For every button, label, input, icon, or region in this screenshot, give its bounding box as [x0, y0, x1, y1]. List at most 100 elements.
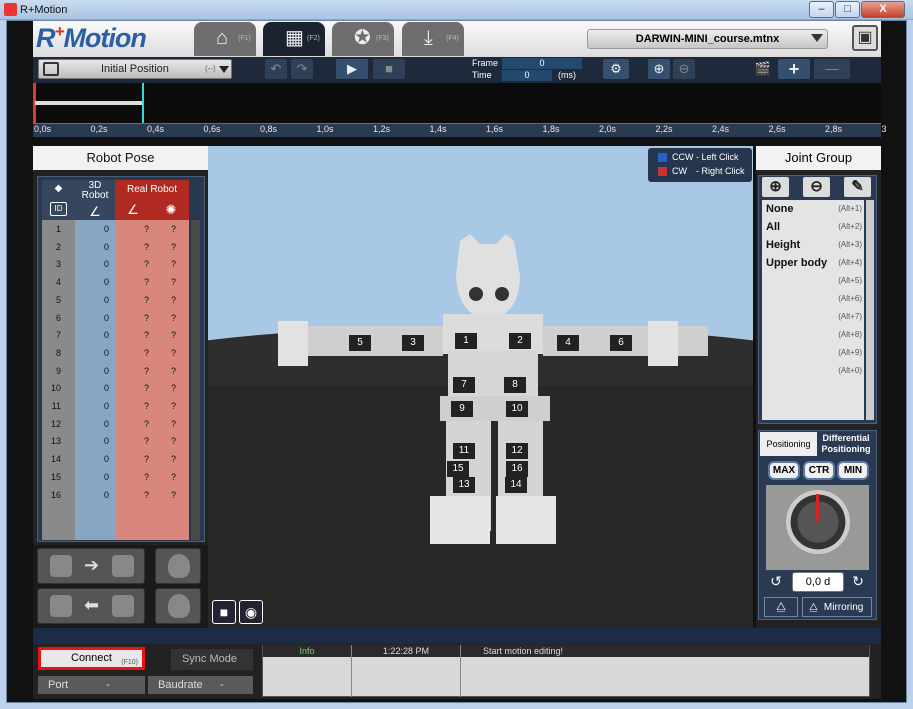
timeline-tick: 2,2s: [655, 124, 673, 134]
bulb-icon: ✺: [165, 202, 177, 217]
maximize-button[interactable]: □: [835, 1, 860, 18]
table-scrollbar[interactable]: [191, 220, 200, 540]
joint-group-item[interactable]: (Alt+9): [762, 344, 864, 362]
row-3d-value: 0: [103, 401, 109, 411]
id-header[interactable]: ◆ ID: [42, 180, 75, 220]
sync-checkbox[interactable]: [153, 649, 171, 670]
row-real-led: ?: [170, 436, 176, 447]
joint-label[interactable]: 5: [349, 335, 371, 351]
rotate-ccw-button[interactable]: ↺: [766, 573, 786, 591]
tab-download[interactable]: ⤓ (F4): [402, 22, 464, 56]
robot-real-icon: [112, 555, 134, 577]
joint-label[interactable]: 15: [447, 461, 469, 477]
joint-label[interactable]: 7: [453, 377, 475, 393]
real-robot-header[interactable]: Real Robot ∠ ✺: [115, 180, 189, 220]
edit-group-button[interactable]: ✎: [844, 177, 871, 197]
sync-mode-button[interactable]: Sync Mode: [153, 649, 253, 670]
min-button[interactable]: MIN: [837, 461, 869, 480]
tab-reel[interactable]: ✪ (F3): [332, 22, 394, 56]
zoom-out-button[interactable]: ⊖: [673, 59, 695, 79]
joint-label[interactable]: 9: [451, 401, 473, 417]
add-group-button[interactable]: ⊕: [762, 177, 789, 197]
timeline-cursor[interactable]: [142, 83, 144, 123]
tab-differential-positioning[interactable]: Differential Positioning: [818, 432, 874, 456]
log-divider: [351, 645, 352, 697]
minimize-button[interactable]: –: [809, 1, 834, 18]
joint-label[interactable]: 12: [506, 443, 528, 459]
row-id: 12: [50, 418, 61, 429]
row-real-led: ?: [170, 294, 176, 305]
3d-viewport[interactable]: 1 2 3 4 5 6 7 8 9 10 11 12 13 14 15 16 ■ ◉: [208, 146, 753, 628]
play-button[interactable]: ▶: [336, 59, 368, 79]
joint-label[interactable]: 11: [453, 443, 475, 459]
remove-frame-button[interactable]: —: [814, 59, 850, 79]
real-to-3d-button[interactable]: ⬅: [37, 588, 145, 624]
clapper-icon: 🎬: [754, 61, 772, 76]
max-button[interactable]: MAX: [768, 461, 800, 480]
camera-button[interactable]: ■: [212, 600, 236, 624]
rotate-cw-button[interactable]: ↻: [848, 573, 868, 591]
rotate-cw-icon: ↻: [852, 573, 864, 589]
3d-robot-header[interactable]: 3D Robot ∠: [75, 180, 115, 220]
add-frame-button[interactable]: +: [778, 59, 810, 79]
undo-button[interactable]: ↶: [265, 59, 287, 79]
pose-select[interactable]: Initial Position (--): [38, 59, 232, 79]
torque-on-button[interactable]: [155, 548, 201, 584]
joint-label[interactable]: 2: [509, 333, 531, 349]
zoom-in-button[interactable]: ⊕: [648, 59, 670, 79]
close-button[interactable]: X: [861, 1, 905, 18]
redo-button[interactable]: ↷: [291, 59, 313, 79]
joint-group-item[interactable]: (Alt+6): [762, 290, 864, 308]
joint-group-item[interactable]: (Alt+5): [762, 272, 864, 290]
joint-label[interactable]: 14: [505, 477, 527, 493]
joint-group-item[interactable]: Upper body (Alt+4): [762, 254, 864, 272]
gear-icon: ⚙: [610, 61, 622, 76]
center-button[interactable]: CTR: [803, 461, 835, 480]
baudrate-select[interactable]: Baudrate -: [148, 676, 253, 694]
joint-group-scrollbar[interactable]: [866, 200, 874, 420]
joint-group-item[interactable]: None (Alt+1): [762, 200, 864, 218]
joint-label[interactable]: 16: [506, 461, 528, 477]
connect-button[interactable]: Connect (F10): [38, 647, 145, 670]
tab-motion[interactable]: ▦ (F2): [263, 22, 325, 56]
row-real-value: ?: [143, 312, 149, 323]
degree-input[interactable]: 0,0 d: [792, 572, 844, 592]
port-select[interactable]: Port -: [38, 676, 145, 694]
settings-button[interactable]: ⚙: [603, 59, 629, 79]
joint-group-item[interactable]: Height (Alt+3): [762, 236, 864, 254]
torque-off-button[interactable]: [155, 588, 201, 624]
row-real-led: ?: [170, 277, 176, 288]
joint-label[interactable]: 3: [402, 335, 424, 351]
timeline-tick: 1,4s: [429, 124, 447, 134]
row-3d-value: 0: [103, 259, 109, 270]
time-value[interactable]: 0: [502, 70, 552, 81]
joint-group-item[interactable]: (Alt+8): [762, 326, 864, 344]
row-real-led: ?: [170, 347, 176, 358]
mirroring-button[interactable]: ⧋ Mirroring: [802, 597, 872, 617]
status-bar: [33, 628, 881, 644]
remove-group-button[interactable]: ⊖: [803, 177, 830, 197]
tab-home[interactable]: ⌂ (F1): [194, 22, 256, 56]
joint-label[interactable]: 1: [455, 333, 477, 349]
joint-label[interactable]: 8: [504, 377, 526, 393]
tab-positioning[interactable]: Positioning: [760, 432, 817, 456]
joint-group-item[interactable]: (Alt+0): [762, 362, 864, 380]
joint-label[interactable]: 4: [557, 335, 579, 351]
save-button[interactable]: ▣: [852, 25, 878, 51]
position-knob[interactable]: [786, 490, 850, 554]
file-select[interactable]: DARWIN-MINI_course.mtnx: [587, 29, 828, 49]
joint-group-item[interactable]: All (Alt+2): [762, 218, 864, 236]
joint-label[interactable]: 6: [610, 335, 632, 351]
mirror-flip-button[interactable]: ⧋: [764, 597, 798, 617]
record-button[interactable]: ◉: [239, 600, 263, 624]
click-legend: CCW - Left Click CW - Right Click: [648, 148, 752, 182]
frame-value[interactable]: 0: [502, 58, 582, 69]
3d-to-real-button[interactable]: ➔: [37, 548, 145, 584]
joint-label[interactable]: 13: [453, 477, 475, 493]
timeline[interactable]: [33, 83, 881, 123]
clapper-button[interactable]: 🎬: [752, 59, 774, 79]
joint-group-item[interactable]: (Alt+7): [762, 308, 864, 326]
row-3d-value: 0: [103, 436, 109, 447]
stop-button[interactable]: ■: [373, 59, 405, 79]
joint-label[interactable]: 10: [506, 401, 528, 417]
